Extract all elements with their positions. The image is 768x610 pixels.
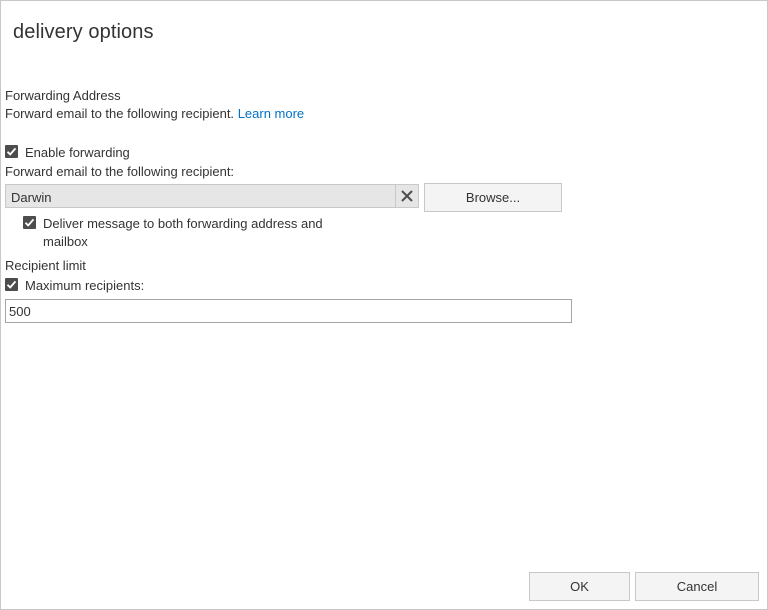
close-icon bbox=[401, 190, 413, 202]
forwarding-section-title: Forwarding Address bbox=[5, 88, 121, 103]
deliver-both-checkbox[interactable] bbox=[23, 216, 36, 229]
enable-forwarding-label: Enable forwarding bbox=[25, 145, 130, 160]
checkmark-icon bbox=[6, 280, 17, 289]
recipient-field[interactable]: Darwin bbox=[5, 184, 419, 208]
forwarding-description-text: Forward email to the following recipient… bbox=[5, 106, 235, 121]
deliver-both-label-line1: Deliver message to both forwarding addre… bbox=[43, 216, 323, 231]
recipient-limit-title: Recipient limit bbox=[5, 258, 86, 273]
dialog-title: delivery options bbox=[13, 21, 154, 43]
browse-button[interactable]: Browse... bbox=[424, 183, 562, 212]
cancel-button[interactable]: Cancel bbox=[635, 572, 759, 601]
recipient-label: Forward email to the following recipient… bbox=[5, 164, 235, 179]
recipient-value: Darwin bbox=[11, 190, 52, 205]
maximum-recipients-checkbox[interactable] bbox=[5, 278, 18, 291]
clear-recipient-button[interactable] bbox=[395, 185, 418, 207]
ok-button[interactable]: OK bbox=[529, 572, 630, 601]
learn-more-link[interactable]: Learn more bbox=[238, 106, 304, 121]
maximum-recipients-input[interactable] bbox=[5, 299, 572, 323]
enable-forwarding-checkbox[interactable] bbox=[5, 145, 18, 158]
forwarding-description: Forward email to the following recipient… bbox=[5, 106, 304, 121]
checkmark-icon bbox=[6, 147, 17, 156]
delivery-options-dialog: delivery options Forwarding Address Forw… bbox=[0, 0, 768, 610]
checkmark-icon bbox=[24, 218, 35, 227]
deliver-both-label-line2: mailbox bbox=[43, 234, 88, 249]
maximum-recipients-label: Maximum recipients: bbox=[25, 278, 145, 293]
